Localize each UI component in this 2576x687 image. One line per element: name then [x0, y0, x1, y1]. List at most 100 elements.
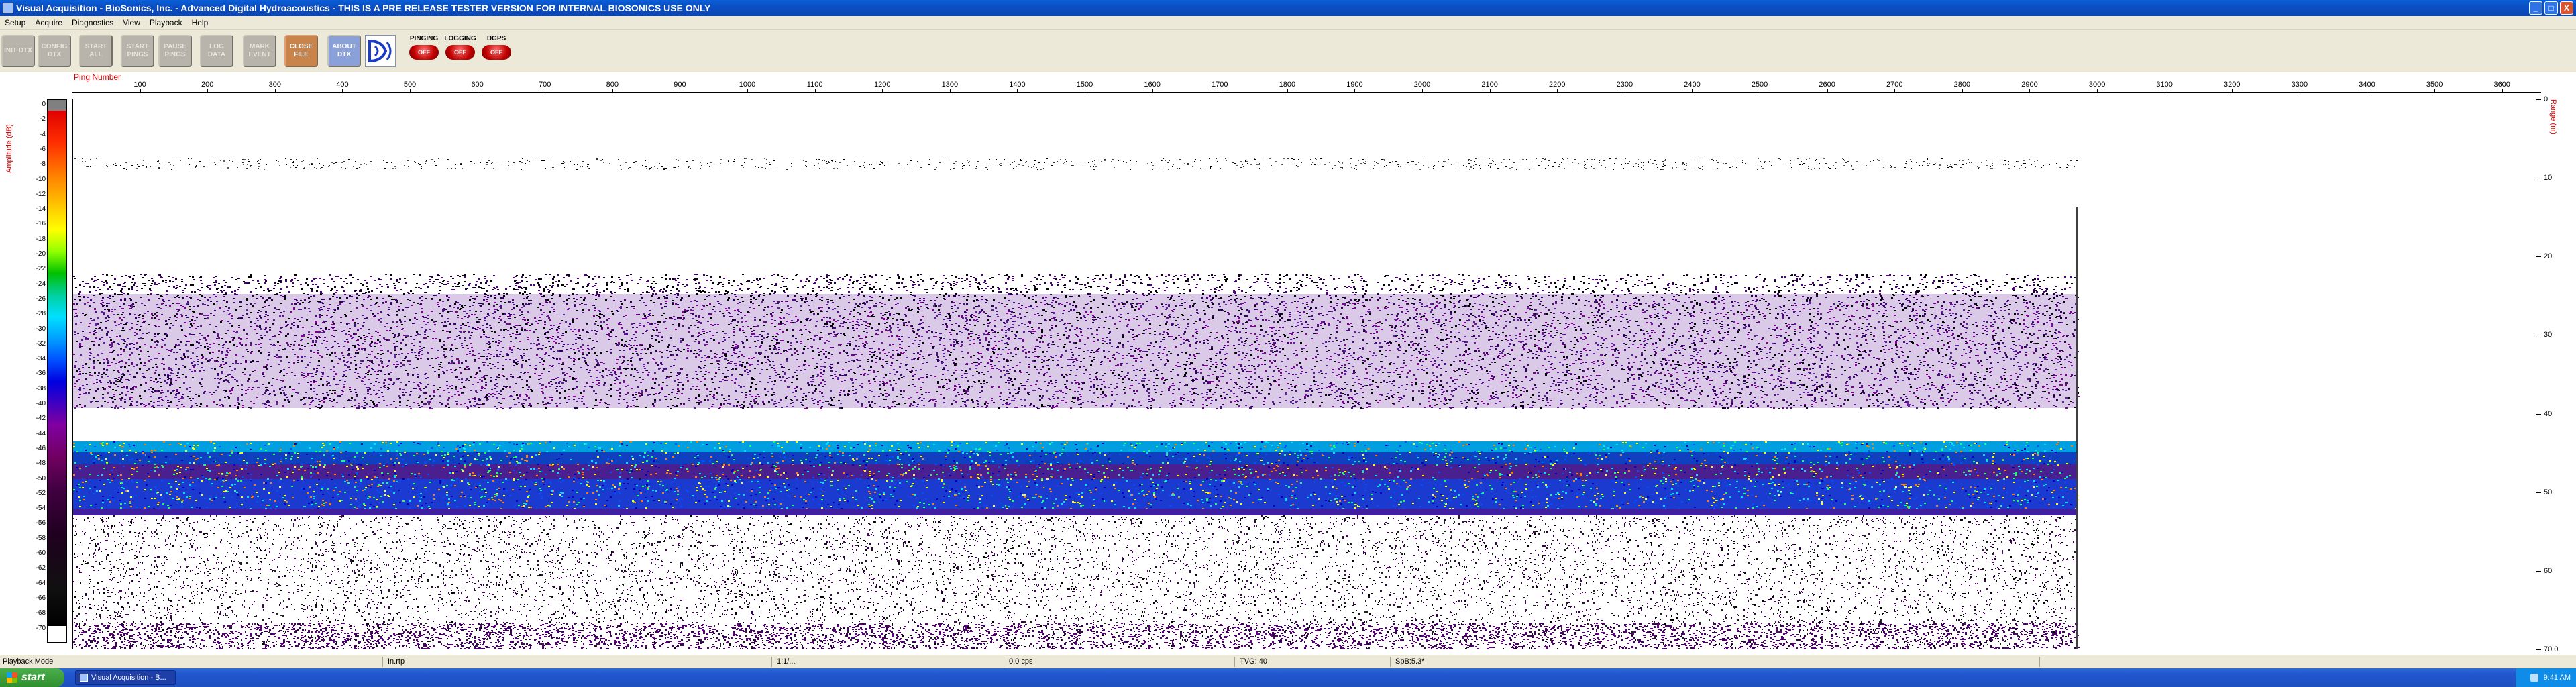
amplitude-tick-label: -60: [30, 549, 46, 557]
config-dtx-button[interactable]: CONFIG DTX: [38, 35, 71, 67]
ping-tick: [342, 89, 343, 92]
echogram-panel: Ping Number 100 200 300 400 500 600 700 800 900 1…: [0, 72, 2576, 655]
close-file-button[interactable]: CLOSE FILE: [284, 35, 318, 67]
title-bar: Visual Acquisition - BioSonics, Inc. - A…: [0, 0, 2576, 16]
ping-tick-label: 600: [471, 81, 483, 89]
ping-tick: [882, 89, 883, 92]
dgps-indicator: DGPS OFF: [479, 35, 514, 67]
pause-pings-button[interactable]: PAUSE PINGS: [158, 35, 192, 67]
range-tick: [2536, 414, 2541, 415]
ping-tick-label: 2300: [1617, 81, 1633, 89]
status-bar: Playback Mode In.rtp 1:1/... 0.0 cps TVG…: [0, 655, 2576, 668]
close-window-button[interactable]: X: [2560, 1, 2573, 15]
ping-tick-label: 3500: [2426, 81, 2443, 89]
amplitude-tick-label: -56: [30, 519, 46, 527]
amplitude-tick-label: -14: [30, 205, 46, 213]
ping-tick-label: 300: [269, 81, 281, 89]
amplitude-tick-label: -24: [30, 280, 46, 288]
ping-tick-label: 2500: [1752, 81, 1768, 89]
logging-lamp-icon: OFF: [445, 45, 475, 60]
amplitude-tick-label: -32: [30, 340, 46, 348]
amplitude-tick-label: -28: [30, 310, 46, 317]
mark-event-button[interactable]: MARK EVENT: [243, 35, 276, 67]
amplitude-tick-label: -68: [30, 609, 46, 617]
ping-tick-label: 800: [606, 81, 619, 89]
range-tick-label: 60: [2544, 567, 2552, 575]
menu-help[interactable]: Help: [187, 18, 213, 28]
toolbar: INIT DTX CONFIG DTX START ALL START PING…: [0, 30, 2576, 72]
ping-tick-label: 2800: [1954, 81, 1970, 89]
amplitude-tick-label: -2: [30, 115, 46, 123]
ping-tick-label: 900: [674, 81, 686, 89]
ping-tick: [1017, 89, 1018, 92]
ping-tick-label: 2100: [1481, 81, 1497, 89]
ping-tick-label: 1100: [807, 81, 823, 89]
about-dtx-button[interactable]: ABOUT DTX: [327, 35, 361, 67]
range-tick-label: 0: [2544, 95, 2548, 103]
amplitude-tick-label: -12: [30, 191, 46, 198]
menu-playback[interactable]: Playback: [145, 18, 187, 28]
ping-tick: [2232, 89, 2233, 92]
ping-tick: [1692, 89, 1693, 92]
amplitude-tick-label: -70: [30, 625, 46, 632]
start-button[interactable]: start: [0, 668, 64, 687]
ping-tick-label: 3100: [2156, 81, 2172, 89]
minimize-button[interactable]: _: [2529, 1, 2542, 15]
amplitude-tick-label: -30: [30, 325, 46, 333]
ping-tick: [815, 89, 816, 92]
taskbar: start Visual Acquisition - B... 9:41 AM: [0, 668, 2576, 687]
amplitude-tick-label: -20: [30, 250, 46, 258]
range-tick-label: 40: [2544, 410, 2552, 418]
amplitude-tick-label: -18: [30, 235, 46, 243]
start-all-button[interactable]: START ALL: [79, 35, 113, 67]
amplitude-tick-label: 0: [30, 101, 46, 108]
app-icon: [80, 674, 88, 682]
ping-tick: [1827, 89, 1828, 92]
ping-tick: [410, 89, 411, 92]
ping-tick-label: 1500: [1077, 81, 1093, 89]
clock: 9:41 AM: [2544, 674, 2571, 682]
network-icon[interactable]: [2530, 674, 2538, 682]
echogram-plot[interactable]: [72, 99, 2536, 649]
amplitude-tick-label: -48: [30, 460, 46, 467]
ping-tick-label: 500: [404, 81, 416, 89]
status-mode: Playback Mode: [3, 657, 53, 666]
menu-view[interactable]: View: [118, 18, 145, 28]
amplitude-tick-label: -36: [30, 370, 46, 377]
ping-tick: [1962, 89, 1963, 92]
echogram-returns: [73, 158, 2080, 649]
amplitude-tick-label: -34: [30, 355, 46, 362]
ping-tick: [207, 89, 208, 92]
amplitude-tick-label: -6: [30, 146, 46, 153]
ping-tick-label: 1800: [1279, 81, 1295, 89]
app-icon: [3, 3, 13, 13]
range-tick-label: 50: [2544, 488, 2552, 496]
ping-tick-label: 1700: [1212, 81, 1228, 89]
taskbar-item-visual-acquisition[interactable]: Visual Acquisition - B...: [75, 670, 176, 685]
amplitude-tick-label: -66: [30, 594, 46, 602]
amplitude-tick-label: -44: [30, 430, 46, 437]
init-dtx-button[interactable]: INIT DTX: [1, 35, 35, 67]
system-tray: 9:41 AM: [2516, 668, 2576, 687]
start-pings-button[interactable]: START PINGS: [121, 35, 154, 67]
amplitude-tick-label: -38: [30, 385, 46, 392]
windows-flag-icon: [7, 672, 17, 683]
ping-tick-label: 200: [201, 81, 213, 89]
amplitude-tick-label: -64: [30, 580, 46, 587]
ping-tick-label: 3000: [2089, 81, 2105, 89]
range-tick-label: 70.0: [2544, 645, 2558, 653]
amplitude-tick-label: -50: [30, 475, 46, 482]
ping-tick: [950, 89, 951, 92]
ping-tick-label: 2400: [1684, 81, 1700, 89]
menu-diagnostics[interactable]: Diagnostics: [67, 18, 118, 28]
maximize-button[interactable]: □: [2544, 1, 2558, 15]
status-tvg: TVG: 40: [1240, 657, 1267, 666]
menu-acquire[interactable]: Acquire: [30, 18, 67, 28]
ping-tick-label: 3600: [2493, 81, 2510, 89]
ping-tick: [140, 89, 141, 92]
biosonics-logo-icon[interactable]: [365, 35, 396, 67]
amplitude-colorbar: [47, 99, 67, 643]
pinging-lamp-icon: OFF: [409, 45, 439, 60]
menu-setup[interactable]: Setup: [0, 18, 30, 28]
log-data-button[interactable]: LOG DATA: [200, 35, 233, 67]
